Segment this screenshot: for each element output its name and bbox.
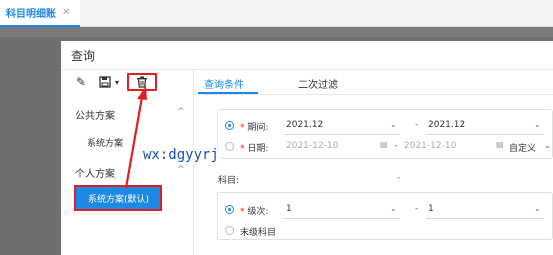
active-tab-indicator bbox=[198, 92, 258, 94]
close-icon[interactable]: ✕ bbox=[62, 7, 70, 18]
chevron-down-icon[interactable]: ⌄ bbox=[390, 204, 397, 213]
tab-query-conditions[interactable]: 查询条件 bbox=[204, 76, 244, 91]
list-item[interactable]: 系统方案 bbox=[87, 136, 123, 149]
level-box: * 级次: 1 ⌄ - 1 ⌄ 末级科目 bbox=[217, 192, 553, 240]
last-level-checkbox[interactable] bbox=[225, 226, 234, 235]
divider bbox=[284, 218, 400, 219]
range-separator: - bbox=[415, 120, 419, 130]
range-separator: - bbox=[394, 141, 398, 151]
custom-date-select[interactable]: 自定义 bbox=[509, 141, 536, 154]
period-label: * 期间: bbox=[240, 123, 269, 133]
range-separator: - bbox=[415, 204, 419, 214]
date-label: * 日期: bbox=[240, 144, 269, 154]
level-label: * 级次: bbox=[240, 207, 269, 217]
period-from-select[interactable]: 2021.12 bbox=[286, 120, 323, 130]
scheme-toolbar: ✎ ▾ bbox=[61, 70, 194, 94]
list-item-label: 系统方案(默认) bbox=[88, 194, 150, 205]
public-scheme-group[interactable]: 公共方案 bbox=[75, 107, 115, 122]
delete-button[interactable] bbox=[127, 73, 157, 91]
watermark-text: wx:dgyyrj bbox=[141, 147, 221, 163]
modal-overlay bbox=[0, 27, 553, 37]
chevron-down-icon[interactable]: ⌄ bbox=[390, 120, 397, 129]
query-dialog: 查询 ✎ ▾ 公共方案 ^ 系统方案 个人方案 ^ 系统方案(默认) 查询条件 … bbox=[61, 41, 553, 255]
calendar-icon[interactable]: ▤ bbox=[380, 140, 388, 149]
period-to-select[interactable]: 2021.12 bbox=[428, 120, 465, 130]
tab-subject-ledger[interactable]: 科目明细账 ✕ bbox=[0, 0, 80, 27]
chevron-down-icon[interactable]: ⌄ bbox=[534, 120, 541, 129]
level-to-select[interactable]: 1 bbox=[428, 204, 434, 214]
divider bbox=[426, 218, 544, 219]
dialog-title: 查询 bbox=[71, 49, 96, 63]
collapse-icon[interactable]: ^ bbox=[177, 107, 185, 117]
divider bbox=[284, 134, 400, 135]
period-date-box: * 期间: 2021.12 ⌄ - 2021.12 ⌄ * 日期: 2021-1… bbox=[217, 109, 553, 159]
calendar-icon[interactable]: ▤ bbox=[496, 140, 504, 149]
date-from-input[interactable]: 2021-12-10 bbox=[286, 141, 338, 151]
date-to-input[interactable]: 2021-12-10 bbox=[404, 141, 456, 151]
trash-icon bbox=[137, 76, 147, 88]
date-radio[interactable] bbox=[225, 142, 234, 151]
divider bbox=[426, 134, 544, 135]
tab-secondary-filter[interactable]: 二次过滤 bbox=[298, 76, 338, 91]
range-separator: - bbox=[397, 173, 401, 183]
personal-scheme-group[interactable]: 个人方案 bbox=[75, 165, 115, 180]
chevron-down-icon[interactable]: ▾ bbox=[113, 73, 121, 91]
save-icon[interactable] bbox=[97, 73, 113, 91]
period-radio[interactable] bbox=[225, 121, 234, 130]
chevron-down-icon[interactable]: ⌄ bbox=[544, 141, 551, 150]
top-tab-bar: 科目明细账 ✕ bbox=[0, 0, 553, 27]
level-from-select[interactable]: 1 bbox=[286, 204, 292, 214]
query-tabs: 查询条件 二次过滤 bbox=[194, 70, 553, 95]
level-radio[interactable] bbox=[225, 205, 234, 214]
edit-icon[interactable]: ✎ bbox=[73, 73, 89, 91]
selected-scheme-item[interactable]: 系统方案(默认) bbox=[74, 185, 162, 211]
collapse-icon[interactable]: ^ bbox=[177, 165, 185, 175]
tab-subject-ledger-label: 科目明细账 bbox=[6, 9, 56, 20]
last-level-label: 末级科目 bbox=[240, 228, 277, 238]
chevron-down-icon[interactable]: ⌄ bbox=[534, 204, 541, 213]
subject-label: 科目: bbox=[218, 176, 240, 186]
